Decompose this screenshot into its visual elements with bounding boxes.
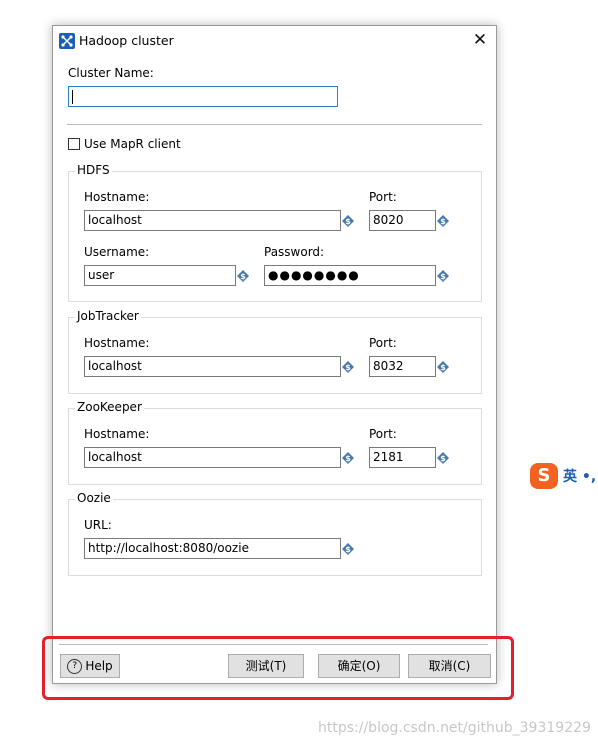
use-mapr-label: Use MapR client bbox=[84, 137, 181, 151]
jobtracker-port-label: Port: bbox=[369, 336, 397, 350]
hdfs-hostname-input[interactable]: localhost bbox=[84, 210, 341, 231]
variable-icon[interactable] bbox=[437, 452, 449, 464]
hdfs-port-label: Port: bbox=[369, 190, 397, 204]
jobtracker-group-title: JobTracker bbox=[75, 309, 141, 323]
variable-icon[interactable] bbox=[342, 215, 354, 227]
ime-indicator[interactable]: S 英 •, bbox=[530, 460, 598, 492]
window-title: Hadoop cluster bbox=[79, 33, 174, 48]
variable-icon[interactable] bbox=[342, 543, 354, 555]
hdfs-group-title: HDFS bbox=[75, 163, 112, 177]
zookeeper-port-input[interactable]: 2181 bbox=[369, 447, 436, 468]
use-mapr-checkbox[interactable] bbox=[68, 138, 80, 150]
close-icon[interactable]: ✕ bbox=[470, 30, 490, 50]
oozie-group-title: Oozie bbox=[75, 491, 113, 505]
zookeeper-hostname-label: Hostname: bbox=[84, 427, 150, 441]
hadoop-cluster-dialog: Hadoop cluster ✕ Cluster Name: Use MapR … bbox=[52, 25, 497, 684]
hdfs-password-label: Password: bbox=[264, 245, 325, 259]
title-bar: Hadoop cluster ✕ bbox=[53, 26, 496, 56]
cluster-name-input[interactable] bbox=[68, 86, 338, 107]
text-caret bbox=[72, 89, 73, 104]
variable-icon[interactable] bbox=[437, 361, 449, 373]
hdfs-hostname-label: Hostname: bbox=[84, 190, 150, 204]
variable-icon[interactable] bbox=[437, 215, 449, 227]
zookeeper-group: ZooKeeper Hostname: localhost Port: 2181 bbox=[68, 400, 482, 485]
jobtracker-port-input[interactable]: 8032 bbox=[369, 356, 436, 377]
annotation-highlight-box bbox=[42, 636, 514, 700]
oozie-group: Oozie URL: http://localhost:8080/oozie bbox=[68, 491, 482, 576]
variable-icon[interactable] bbox=[342, 452, 354, 464]
separator bbox=[67, 124, 482, 125]
watermark: https://blog.csdn.net/github_39319229 bbox=[318, 720, 591, 736]
variable-icon[interactable] bbox=[437, 270, 449, 282]
sogou-ime-icon: S bbox=[530, 463, 558, 489]
hdfs-port-input[interactable]: 8020 bbox=[369, 210, 436, 231]
jobtracker-group: JobTracker Hostname: localhost Port: 803… bbox=[68, 309, 482, 394]
hadoop-cluster-icon bbox=[59, 33, 75, 49]
jobtracker-hostname-label: Hostname: bbox=[84, 336, 150, 350]
oozie-url-input[interactable]: http://localhost:8080/oozie bbox=[84, 538, 341, 559]
zookeeper-port-label: Port: bbox=[369, 427, 397, 441]
hdfs-username-label: Username: bbox=[84, 245, 150, 259]
variable-icon[interactable] bbox=[342, 361, 354, 373]
zookeeper-hostname-input[interactable]: localhost bbox=[84, 447, 341, 468]
hdfs-username-input[interactable]: user bbox=[84, 265, 236, 286]
variable-icon[interactable] bbox=[237, 270, 249, 282]
oozie-url-label: URL: bbox=[84, 518, 112, 532]
hdfs-password-input[interactable]: ●●●●●●●● bbox=[264, 265, 436, 286]
ime-mode-text: 英 •, bbox=[563, 469, 597, 485]
cluster-name-label: Cluster Name: bbox=[68, 66, 154, 80]
zookeeper-group-title: ZooKeeper bbox=[75, 400, 144, 414]
jobtracker-hostname-input[interactable]: localhost bbox=[84, 356, 341, 377]
hdfs-group: HDFS Hostname: localhost Port: 8020 User… bbox=[68, 163, 482, 302]
